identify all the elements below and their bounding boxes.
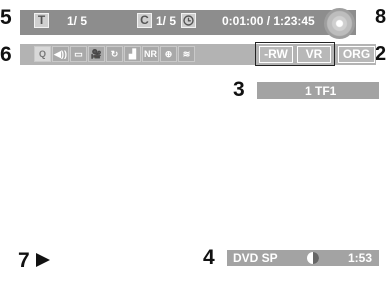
remaining-disc-icon (307, 252, 319, 264)
search-icon: Q (34, 46, 51, 62)
picture-icon: ≋ (178, 46, 195, 62)
audio-icon: ◀)) (52, 46, 69, 62)
zoom-icon: ⊕ (160, 46, 177, 62)
noise-reduction-icon: NR (142, 46, 159, 62)
callout-2: 2 (375, 43, 387, 65)
callout-6: 6 (0, 43, 12, 66)
subtitle-icon: ▭ (70, 46, 87, 62)
callout-5: 5 (0, 6, 12, 29)
channel-label: 1 TF1 (305, 84, 337, 98)
callout-7: 7 (18, 249, 30, 272)
title-icon: T (34, 13, 49, 28)
recording-format: DVD SP (233, 251, 278, 265)
chapter-icon: C (137, 13, 152, 28)
title-counter: 1/ 5 (67, 14, 88, 28)
record-mode-badge: VR (297, 46, 331, 63)
angle-icon: 🎥 (88, 46, 105, 62)
chapter-counter: 1/ 5 (156, 14, 177, 28)
callout-8: 8 (375, 6, 387, 28)
playback-type-badge: ORG (338, 46, 375, 63)
disc-icon (324, 8, 355, 39)
clock-icon (181, 13, 196, 28)
callout-3: 3 (233, 78, 245, 101)
remaining-time: 1:53 (348, 251, 373, 265)
marker-icon: ▟ (124, 46, 141, 62)
disc-type-badge: -RW (259, 46, 293, 63)
play-icon (36, 253, 50, 267)
repeat-icon: ↻ (106, 46, 123, 62)
callout-4: 4 (203, 246, 215, 269)
elapsed-total-time: 0:01:00 / 1:23:45 (222, 14, 315, 28)
